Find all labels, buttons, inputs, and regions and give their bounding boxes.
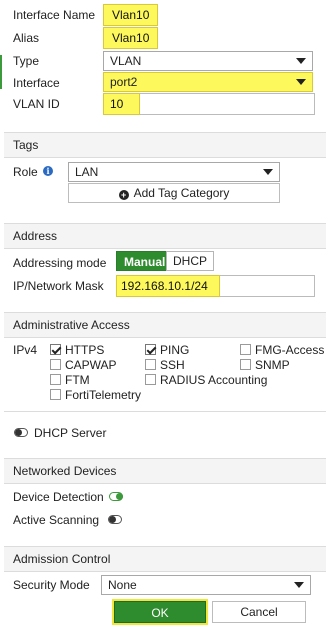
ip-input-frame [220,275,315,297]
ftm-label: FTM [65,373,90,387]
capwap-label: CAPWAP [65,358,117,372]
type-select[interactable]: VLAN [103,51,313,71]
chevron-down-icon [294,582,304,588]
active-scanning-toggle[interactable] [108,515,122,524]
tags-section-header: Tags [4,132,326,158]
interface-select-value: port2 [110,75,138,89]
snmp-checkbox[interactable] [240,359,251,370]
fortitelemetry-checkbox[interactable] [50,389,61,400]
alias-input[interactable]: Vlan10 [103,27,158,49]
add-tag-category-label: Add Tag Category [133,186,230,200]
admin-access-section-header: Administrative Access [4,312,326,338]
fortitelemetry-label: FortiTelemetry [65,388,142,402]
interface-name-label: Interface Name [13,8,96,22]
address-section-header: Address [4,223,326,249]
chevron-down-icon [296,79,306,85]
admission-control-section-header: Admission Control [4,546,326,572]
ssh-label: SSH [160,358,185,372]
ip-network-mask-input[interactable]: 192.168.10.1/24 [116,275,220,297]
ssh-checkbox[interactable] [145,359,156,370]
add-tag-category-button[interactable]: + Add Tag Category [68,183,280,203]
https-label: HTTPS [65,343,105,357]
addressing-mode-manual-button[interactable]: Manual [116,251,174,271]
dhcp-server-toggle[interactable] [14,428,28,437]
fmg-access-checkbox[interactable] [240,344,251,355]
alias-label: Alias [13,31,40,45]
role-select[interactable]: LAN [68,162,280,182]
addressing-mode-dhcp-button[interactable]: DHCP [166,251,215,271]
addressing-mode-label: Addressing mode [13,256,107,270]
ok-button-highlight: OK [112,599,208,625]
interface-label: Interface [13,76,60,90]
capwap-checkbox[interactable] [50,359,61,370]
cancel-button[interactable]: Cancel [212,601,306,623]
vlan-id-label: VLAN ID [13,97,60,111]
snmp-label: SNMP [255,358,290,372]
vlan-id-input-frame [140,93,315,115]
ping-label: PING [160,343,190,357]
security-mode-select[interactable]: None [101,575,311,595]
vlan-id-input[interactable]: 10 [103,93,140,115]
ok-button[interactable]: OK [114,601,206,623]
security-mode-select-value: None [108,578,137,592]
role-label: Role [13,165,38,179]
dhcp-server-label: DHCP Server [34,426,107,440]
left-edge-accent [0,55,2,89]
networked-devices-section-header: Networked Devices [4,458,326,484]
ping-checkbox[interactable] [145,344,156,355]
device-detection-toggle[interactable] [109,492,123,501]
ip-network-mask-label: IP/Network Mask [13,279,104,293]
active-scanning-label: Active Scanning [13,513,100,527]
radius-accounting-label: RADIUS Accounting [160,373,268,387]
device-detection-label: Device Detection [13,490,104,504]
type-select-value: VLAN [110,54,142,68]
ipv4-label: IPv4 [13,343,38,357]
radius-accounting-checkbox[interactable] [145,374,156,385]
https-checkbox[interactable] [50,344,61,355]
divider [4,411,326,412]
security-mode-label: Security Mode [13,578,90,592]
info-icon[interactable]: i [43,166,53,176]
chevron-down-icon [296,58,306,64]
role-select-value: LAN [75,165,99,179]
ftm-checkbox[interactable] [50,374,61,385]
interface-select[interactable]: port2 [103,72,313,92]
type-label: Type [13,54,40,68]
plus-circle-icon: + [118,190,129,200]
interface-name-input[interactable]: Vlan10 [103,4,158,26]
chevron-down-icon [263,169,273,175]
fmg-access-label: FMG-Access [255,343,325,357]
